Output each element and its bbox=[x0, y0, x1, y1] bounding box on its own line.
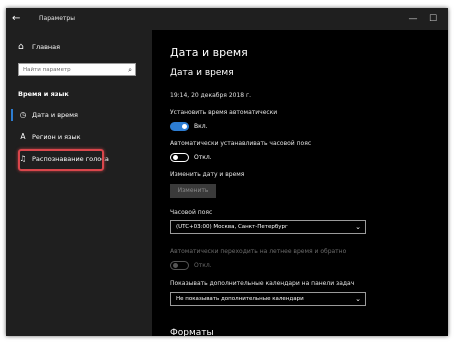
window-title: Параметры bbox=[39, 15, 75, 22]
search-placeholder: Найти параметр bbox=[23, 67, 71, 73]
formats-title: Форматы bbox=[170, 328, 214, 336]
extra-calendars-select[interactable]: Не показывать дополнительные календари ⌄ bbox=[170, 292, 366, 306]
chevron-down-icon: ⌄ bbox=[355, 295, 361, 303]
language-icon: A bbox=[20, 132, 26, 141]
calendar-clock-icon: ◷ bbox=[19, 110, 27, 119]
close-icon[interactable]: ✕ bbox=[444, 11, 448, 27]
sidebar-section-title: Время и язык bbox=[18, 90, 69, 98]
auto-timezone-toggle[interactable] bbox=[170, 153, 189, 162]
highlight-ring bbox=[18, 149, 104, 171]
main-content: Дата и время Дата и время 19:14, 20 дека… bbox=[152, 30, 448, 336]
section-title: Дата и время bbox=[170, 68, 234, 78]
title-bar: ← Параметры — ☐ ✕ bbox=[6, 8, 448, 30]
extra-calendars-value: Не показывать дополнительные календари bbox=[176, 296, 304, 302]
dst-toggle[interactable] bbox=[170, 261, 189, 270]
minimize-icon[interactable]: — bbox=[406, 11, 420, 27]
auto-timezone-state: Откл. bbox=[194, 154, 212, 161]
change-datetime-label: Изменить дату и время bbox=[170, 171, 245, 178]
auto-time-label: Установить время автоматически bbox=[170, 109, 278, 116]
page-title: Дата и время bbox=[170, 46, 248, 59]
selection-indicator bbox=[11, 109, 13, 121]
settings-window: ← Параметры — ☐ ✕ ⌂ Главная Найти параме… bbox=[6, 8, 448, 336]
home-icon: ⌂ bbox=[18, 42, 24, 52]
toggle-knob bbox=[173, 263, 178, 268]
dst-state: Откл. bbox=[194, 262, 212, 269]
extra-calendars-label: Показывать дополнительные календари на п… bbox=[170, 280, 355, 287]
search-icon: ⌕ bbox=[128, 66, 132, 74]
timezone-value: (UTC+03:00) Москва, Санкт-Петербург bbox=[176, 224, 288, 230]
sidebar-item-date-time[interactable]: ◷ Дата и время bbox=[6, 106, 152, 124]
auto-time-state: Вкл. bbox=[194, 123, 208, 130]
auto-time-toggle[interactable] bbox=[170, 122, 189, 131]
sidebar: ⌂ Главная Найти параметр ⌕ Время и язык … bbox=[6, 30, 152, 336]
timezone-select[interactable]: (UTC+03:00) Москва, Санкт-Петербург ⌄ bbox=[170, 220, 366, 234]
sidebar-item-label: Регион и язык bbox=[32, 133, 81, 141]
sidebar-item-region-language[interactable]: A Регион и язык bbox=[6, 128, 152, 146]
search-input[interactable]: Найти параметр ⌕ bbox=[18, 63, 136, 76]
sidebar-item-label: Дата и время bbox=[32, 111, 78, 119]
back-arrow-icon[interactable]: ← bbox=[12, 11, 20, 27]
toggle-knob bbox=[182, 124, 187, 129]
auto-timezone-label: Автоматически устанавливать часовой пояс bbox=[170, 140, 312, 147]
timezone-label: Часовой пояс bbox=[170, 209, 213, 216]
current-time: 19:14, 20 декабря 2018 г. bbox=[170, 92, 252, 99]
dst-label: Автоматически переходить на летнее время… bbox=[170, 248, 347, 255]
sidebar-item-home[interactable]: ⌂ Главная bbox=[6, 40, 152, 56]
chevron-down-icon: ⌄ bbox=[355, 223, 361, 231]
maximize-icon[interactable]: ☐ bbox=[426, 11, 440, 27]
toggle-knob bbox=[173, 155, 178, 160]
sidebar-home-label: Главная bbox=[32, 43, 61, 51]
change-datetime-button[interactable]: Изменить bbox=[170, 184, 216, 198]
